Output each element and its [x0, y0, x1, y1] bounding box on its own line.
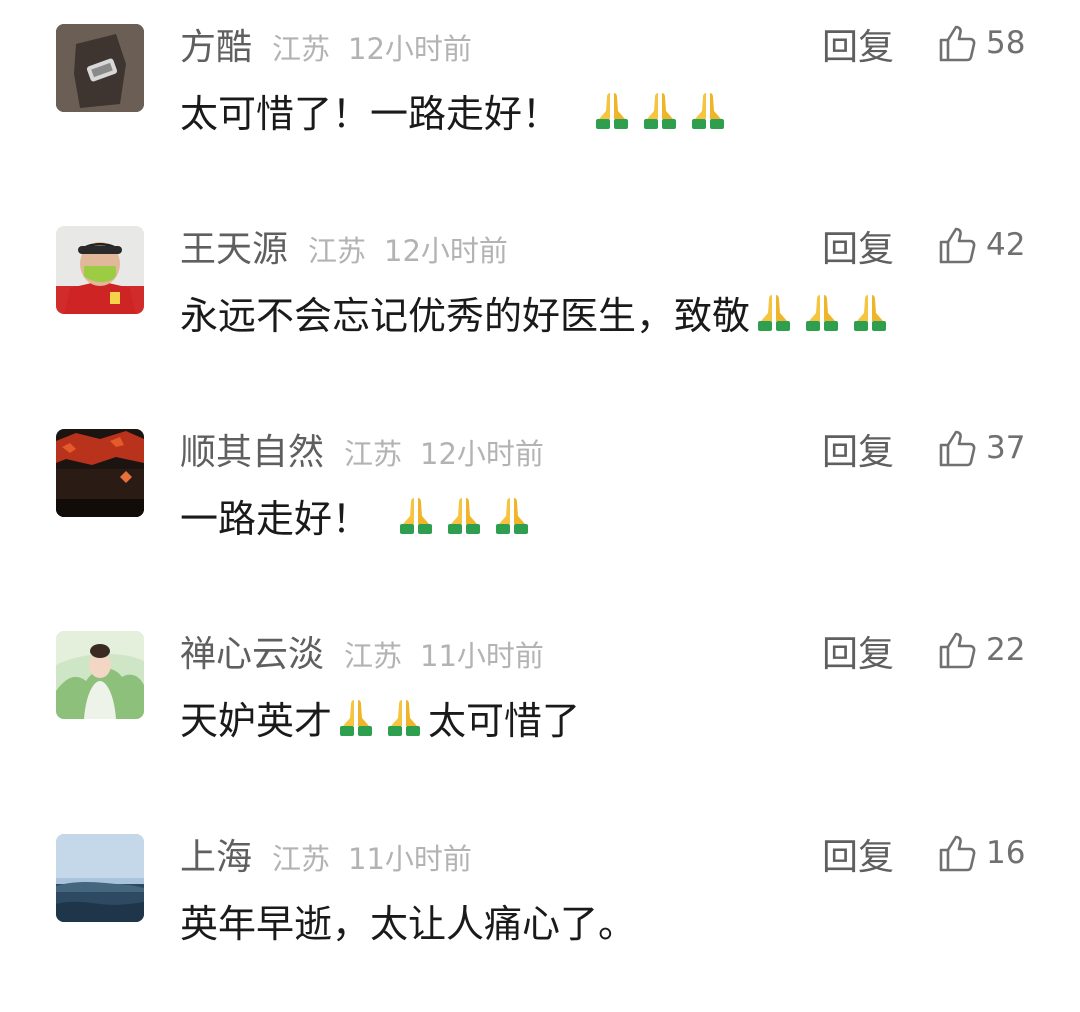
comment-text-body: 英年早逝，太让人痛心了。	[180, 901, 637, 946]
comment-meta: 方酷 江苏 12小时前	[180, 18, 472, 68]
folded-hands-emoji-icon	[638, 89, 682, 131]
timestamp: 11小时前	[348, 842, 472, 876]
avatar[interactable]	[56, 429, 144, 517]
reply-button[interactable]: 回复	[822, 220, 894, 272]
comment-text: 天妒英才 太可惜了	[180, 691, 580, 743]
folded-hands-emoji-icon	[752, 291, 796, 333]
comment-text: 太可惜了！一路走好！	[180, 84, 732, 136]
timestamp: 12小时前	[420, 437, 544, 471]
like-button[interactable]: 16	[936, 830, 1025, 876]
comment-item: 方酷 江苏 12小时前 回复 58 太可惜了！一路走好！	[0, 0, 1080, 202]
reply-button[interactable]: 回复	[822, 828, 894, 880]
like-button[interactable]: 37	[936, 425, 1025, 471]
comment-text-body: 天妒英才	[180, 698, 333, 743]
folded-hands-emoji-icon	[800, 291, 844, 333]
comment-item: 上海 江苏 11小时前 回复 16 英年早逝，太让人痛心了。	[0, 810, 1080, 1012]
folded-hands-emoji-icon	[686, 89, 730, 131]
location-label: 江苏	[308, 234, 367, 268]
username[interactable]: 禅心云淡	[180, 625, 324, 677]
reply-button[interactable]: 回复	[822, 18, 894, 70]
thumbs-up-icon	[936, 832, 978, 874]
folded-hands-emoji-icon	[334, 696, 378, 738]
timestamp: 12小时前	[348, 32, 472, 66]
location-label: 江苏	[272, 32, 331, 66]
like-count: 37	[986, 430, 1026, 466]
reply-button[interactable]: 回复	[822, 423, 894, 475]
comment-item: 王天源 江苏 12小时前 回复 42 永远不会忘记优秀的好医生，致敬	[0, 202, 1080, 404]
comment-text: 永远不会忘记优秀的好医生，致敬	[180, 286, 894, 338]
comment-text-tail: 太可惜了	[428, 698, 581, 743]
comment-meta: 上海 江苏 11小时前	[180, 828, 472, 878]
comment-meta: 禅心云淡 江苏 11小时前	[180, 625, 544, 675]
like-button[interactable]: 58	[936, 20, 1025, 66]
timestamp: 11小时前	[420, 639, 544, 673]
reply-button[interactable]: 回复	[822, 625, 894, 677]
username[interactable]: 方酷	[180, 18, 252, 70]
folded-hands-emoji-icon	[848, 291, 892, 333]
comment-meta: 顺其自然 江苏 12小时前	[180, 423, 544, 473]
location-label: 江苏	[344, 437, 403, 471]
folded-hands-emoji-icon	[442, 494, 486, 536]
thumbs-up-icon	[936, 22, 978, 64]
like-count: 58	[986, 25, 1026, 61]
comment-text: 一路走好！	[180, 489, 536, 541]
folded-hands-emoji-icon	[490, 494, 534, 536]
like-button[interactable]: 22	[936, 627, 1025, 673]
folded-hands-emoji-icon	[382, 696, 426, 738]
like-count: 16	[986, 835, 1026, 871]
like-count: 22	[986, 632, 1026, 668]
username[interactable]: 顺其自然	[180, 423, 324, 475]
timestamp: 12小时前	[384, 234, 508, 268]
folded-hands-emoji-icon	[590, 89, 634, 131]
username[interactable]: 王天源	[180, 220, 288, 272]
like-count: 42	[986, 227, 1026, 263]
avatar[interactable]	[56, 631, 144, 719]
comment-text-body: 永远不会忘记优秀的好医生，致敬	[180, 293, 751, 338]
avatar[interactable]	[56, 834, 144, 922]
comment-text-body: 太可惜了！一路走好！	[180, 91, 561, 136]
thumbs-up-icon	[936, 427, 978, 469]
like-button[interactable]: 42	[936, 222, 1025, 268]
username[interactable]: 上海	[180, 828, 252, 880]
avatar[interactable]	[56, 226, 144, 314]
comment-item: 禅心云淡 江苏 11小时前 回复 22 天妒英才 太可惜了	[0, 607, 1080, 809]
comment-text: 英年早逝，太让人痛心了。	[180, 894, 636, 946]
avatar[interactable]	[56, 24, 144, 112]
location-label: 江苏	[344, 639, 403, 673]
thumbs-up-icon	[936, 224, 978, 266]
thumbs-up-icon	[936, 629, 978, 671]
comment-meta: 王天源 江苏 12小时前	[180, 220, 508, 270]
comment-item: 顺其自然 江苏 12小时前 回复 37 一路走好！	[0, 405, 1080, 607]
folded-hands-emoji-icon	[394, 494, 438, 536]
location-label: 江苏	[272, 842, 331, 876]
comment-text-body: 一路走好！	[180, 496, 371, 541]
